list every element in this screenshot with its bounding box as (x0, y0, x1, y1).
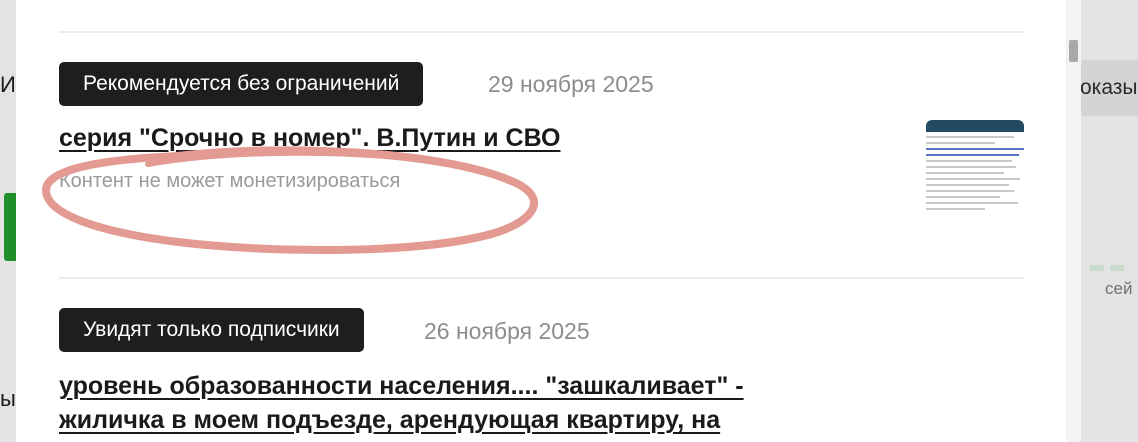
publication-date: 29 ноября 2025 (488, 71, 654, 97)
scrollbar[interactable] (1066, 0, 1081, 442)
divider (59, 277, 1024, 279)
scrollbar-thumb[interactable] (1069, 40, 1078, 62)
divider (59, 31, 1024, 33)
article-title-link[interactable]: серия "Срочно в номер". В.Путин и СВО (59, 121, 561, 156)
monetization-status: Контент не может монетизироваться (59, 170, 401, 192)
status-badge: Рекомендуется без ограничений (59, 62, 424, 106)
background-green-bar (4, 193, 16, 261)
article-title-link[interactable]: жиличка в моем подъезде, арендующая квар… (59, 403, 720, 438)
background-text: сей (1105, 279, 1133, 298)
status-badge: Увидят только подписчики (59, 308, 364, 352)
publications-modal: Рекомендуется без ограничений 29 ноября … (16, 0, 1066, 442)
background-button-label: оказы (1080, 76, 1138, 99)
article-title-link[interactable]: уровень образованности населения.... "за… (59, 369, 744, 404)
publication-date: 26 ноября 2025 (424, 318, 590, 344)
background-text: ы (0, 386, 16, 411)
background-chart-bars (1090, 258, 1138, 271)
article-thumbnail-icon[interactable] (926, 120, 1024, 244)
page: Ин ы оказы сей Рекомендуется без огранич… (0, 0, 1138, 442)
hand-drawn-ellipse-annotation (41, 146, 538, 255)
